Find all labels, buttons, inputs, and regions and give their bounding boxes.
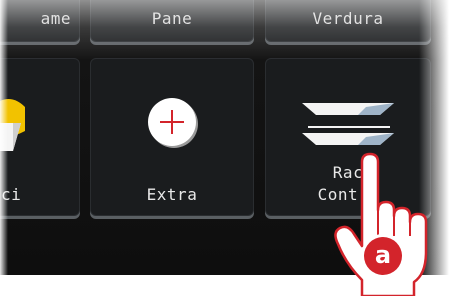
tile-extra[interactable]: Extra — [90, 58, 254, 216]
tile-verdura[interactable]: Verdura — [265, 0, 431, 42]
step-badge: a — [364, 237, 402, 275]
tile-pane[interactable]: Pane — [90, 0, 254, 42]
tile-verdura-label: Verdura — [312, 9, 384, 28]
tile-extra-label: Extra — [146, 185, 198, 204]
tile-top-left-partial[interactable]: ame — [0, 0, 80, 42]
plus-circle-icon — [148, 98, 198, 148]
tile-top-left-label: ame — [40, 9, 71, 28]
food-bowl-icon — [0, 99, 25, 151]
stacked-plates-icon — [302, 103, 394, 145]
tile-pane-label: Pane — [151, 9, 193, 28]
tile-left-label: ci — [1, 185, 22, 204]
tile-left-partial[interactable]: ci — [0, 58, 80, 216]
